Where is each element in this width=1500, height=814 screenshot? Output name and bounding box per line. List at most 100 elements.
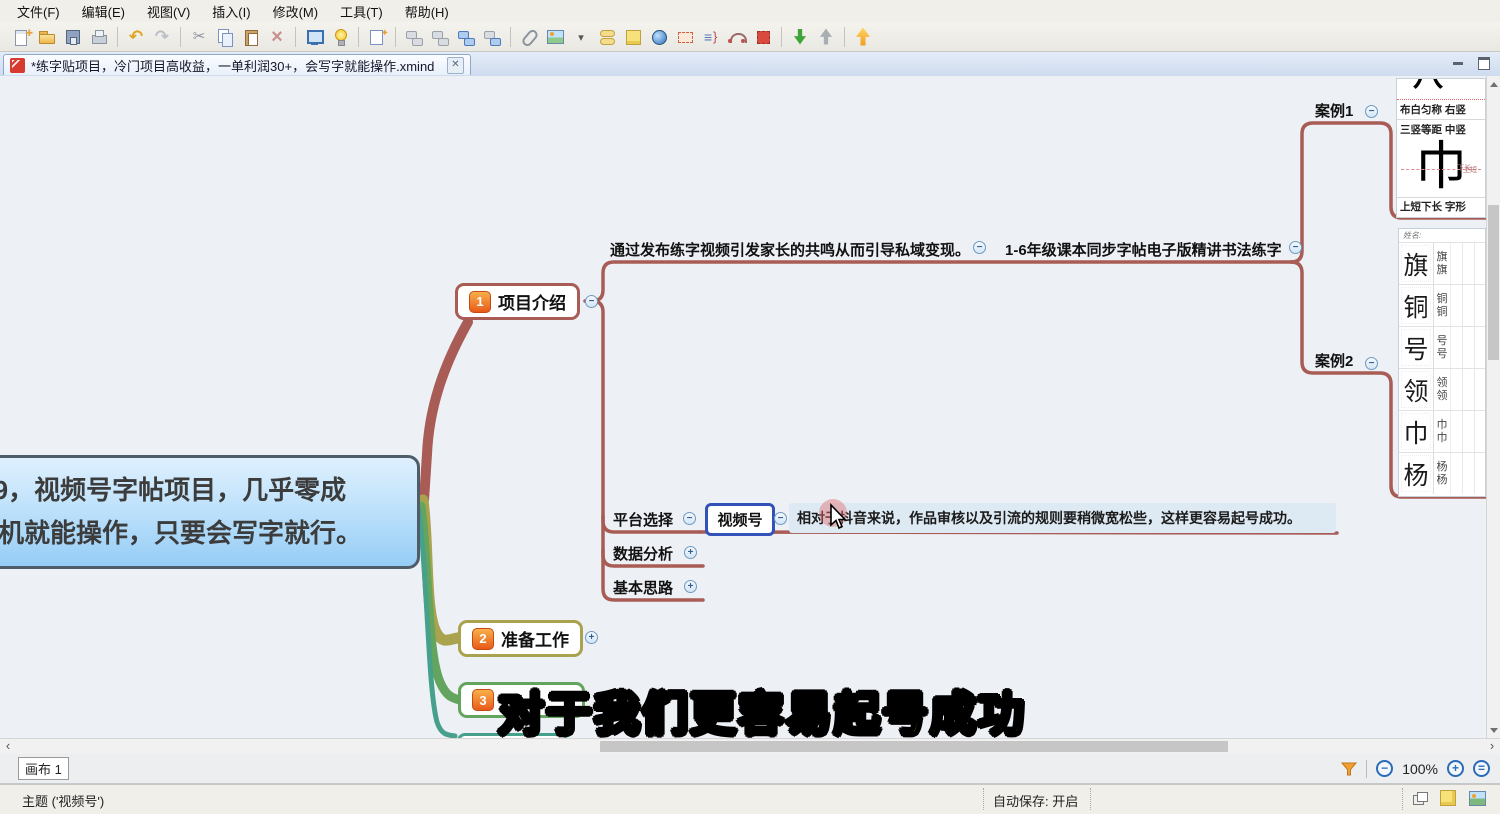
- subtopic-copybook[interactable]: 1-6年级课本同步字帖电子版精讲书法练字: [1005, 239, 1282, 260]
- canvas-tab-1[interactable]: 画布 1: [18, 757, 69, 780]
- filter-icon[interactable]: [1341, 762, 1357, 776]
- document-tab[interactable]: *练字贴项目，冷门项目高收益，一单利润30+，会写字就能操作.xmind ✕: [3, 54, 471, 75]
- scroll-down-button[interactable]: [1487, 722, 1500, 738]
- marker-icon: [753, 27, 773, 47]
- collapse-button-topic1[interactable]: −: [585, 295, 598, 308]
- collapse-button-case1[interactable]: −: [1365, 105, 1378, 118]
- new-workbook-button[interactable]: [8, 24, 34, 50]
- toolbar-separator: [180, 27, 181, 47]
- boundary-button[interactable]: [594, 24, 620, 50]
- presentation-button[interactable]: [301, 24, 327, 50]
- subtopic-case1[interactable]: 案例1: [1315, 100, 1353, 121]
- topic-preparation[interactable]: 2 准备工作: [458, 620, 583, 657]
- paste-button[interactable]: [238, 24, 264, 50]
- collapse-button-platform[interactable]: −: [683, 512, 696, 525]
- delete-button[interactable]: [264, 24, 290, 50]
- insert-image-button[interactable]: [542, 24, 568, 50]
- notes-button[interactable]: [620, 24, 646, 50]
- copybook-grid: [1451, 369, 1485, 410]
- subtopic-platform[interactable]: 平台选择: [613, 509, 673, 530]
- callout-note[interactable]: 相对于抖音来说，作品审核以及引流的规则要稍微宽松些，这样更容易起号成功。: [789, 503, 1336, 533]
- minimize-button[interactable]: [1448, 56, 1468, 71]
- image-status-icon[interactable]: [1469, 791, 1486, 806]
- brainstorm-button[interactable]: [327, 24, 353, 50]
- status-selection: 主题 ('视频号'): [22, 791, 104, 810]
- maximize-button[interactable]: [1474, 56, 1494, 71]
- menu-insert[interactable]: 插入(I): [201, 0, 261, 23]
- status-separator: [983, 788, 984, 810]
- new-workbook-icon: [11, 27, 31, 47]
- menu-edit[interactable]: 编辑(E): [71, 0, 136, 23]
- expand-button-basic-idea[interactable]: +: [684, 580, 697, 593]
- scroll-up-button[interactable]: [1487, 76, 1500, 92]
- redo-button[interactable]: [149, 24, 175, 50]
- expand-button-topic2[interactable]: +: [585, 631, 598, 644]
- print-button[interactable]: [86, 24, 112, 50]
- insert-topic-after-button[interactable]: [427, 24, 453, 50]
- zoom-fit-button[interactable]: =: [1473, 760, 1490, 777]
- chevron-down-icon: [571, 27, 591, 47]
- upgrade-button[interactable]: [850, 24, 876, 50]
- topic-project-intro[interactable]: 1 项目介绍: [455, 283, 580, 320]
- vertical-scrollbar-thumb[interactable]: [1488, 205, 1499, 360]
- case1-calligraphy-image[interactable]: 八 布白匀称 右竖 三竖等距 中竖 巾 上短 下长 上短下长 字形: [1396, 78, 1486, 218]
- zoom-level[interactable]: 100%: [1402, 761, 1438, 777]
- copybook-practice: 巾巾: [1434, 411, 1451, 452]
- menu-modify[interactable]: 修改(M): [262, 0, 330, 23]
- vertical-scrollbar[interactable]: [1486, 76, 1500, 738]
- subtopic-data-analysis[interactable]: 数据分析: [613, 543, 673, 564]
- image-dropdown-button[interactable]: [568, 24, 594, 50]
- zoom-in-button[interactable]: +: [1447, 760, 1464, 777]
- collapse-button-copybook[interactable]: −: [1289, 241, 1302, 254]
- windows-cascade-icon[interactable]: [1413, 792, 1427, 804]
- insert-parent-topic-button[interactable]: [479, 24, 505, 50]
- open-button[interactable]: [34, 24, 60, 50]
- open-folder-icon: [37, 27, 57, 47]
- drill-down-button[interactable]: [787, 24, 813, 50]
- case2-copybook-image[interactable]: 姓名: 旗 旗旗 铜 铜铜 号 号号 领 领领 巾: [1398, 228, 1486, 497]
- save-button[interactable]: [60, 24, 86, 50]
- topic-video-account-selected[interactable]: 视频号: [705, 503, 775, 536]
- subtopic-basic-idea[interactable]: 基本思路: [613, 577, 673, 598]
- mindmap-canvas[interactable]: 0.9，视频号字帖项目，几乎零成 手机就能操作，只要会写字就行。 1 项目介绍 …: [0, 76, 1500, 738]
- tab-close-button[interactable]: ✕: [447, 57, 464, 74]
- hyperlink-button[interactable]: [516, 24, 542, 50]
- summary-icon: [701, 27, 721, 47]
- scissors-icon: [189, 27, 209, 47]
- zoom-out-button[interactable]: −: [1376, 760, 1393, 777]
- copybook-grid: [1451, 327, 1485, 368]
- copybook-row: 巾 巾巾: [1399, 410, 1485, 452]
- print-icon: [89, 27, 109, 47]
- format-painter-button[interactable]: [364, 24, 390, 50]
- toolbar-separator: [844, 27, 845, 47]
- relationship-button[interactable]: [724, 24, 750, 50]
- collapse-button-marketing[interactable]: −: [973, 241, 986, 254]
- root-topic[interactable]: 0.9，视频号字帖项目，几乎零成 手机就能操作，只要会写字就行。: [0, 455, 420, 569]
- subtopic-case2[interactable]: 案例2: [1315, 350, 1353, 371]
- copy-button[interactable]: [212, 24, 238, 50]
- scroll-left-button[interactable]: ‹: [0, 739, 16, 754]
- notes-status-icon[interactable]: [1440, 790, 1456, 806]
- menu-help[interactable]: 帮助(H): [394, 0, 460, 23]
- badge-2-icon: 2: [472, 628, 494, 650]
- subtopic-marketing[interactable]: 通过发布练字视频引发家长的共鸣从而引导私域变现。: [610, 239, 970, 260]
- insert-topic-button[interactable]: [401, 24, 427, 50]
- web-hyperlink-button[interactable]: [646, 24, 672, 50]
- menu-tools[interactable]: 工具(T): [329, 0, 394, 23]
- undo-button[interactable]: [123, 24, 149, 50]
- label-button[interactable]: [672, 24, 698, 50]
- expand-button-data-analysis[interactable]: +: [684, 546, 697, 559]
- xmind-window: 文件(F) 编辑(E) 视图(V) 插入(I) 修改(M) 工具(T) 帮助(H…: [0, 0, 1500, 814]
- insert-subtopic-button[interactable]: [453, 24, 479, 50]
- collapse-button-video[interactable]: −: [774, 512, 787, 525]
- scroll-right-button[interactable]: ›: [1484, 739, 1500, 754]
- marker-button[interactable]: [750, 24, 776, 50]
- menu-file[interactable]: 文件(F): [6, 0, 71, 23]
- horizontal-scrollbar[interactable]: ‹ ›: [0, 738, 1500, 754]
- menu-view[interactable]: 视图(V): [136, 0, 201, 23]
- horizontal-scrollbar-thumb[interactable]: [600, 741, 1228, 752]
- cut-button[interactable]: [186, 24, 212, 50]
- drill-up-button[interactable]: [813, 24, 839, 50]
- collapse-button-case2[interactable]: −: [1365, 357, 1378, 370]
- summary-button[interactable]: [698, 24, 724, 50]
